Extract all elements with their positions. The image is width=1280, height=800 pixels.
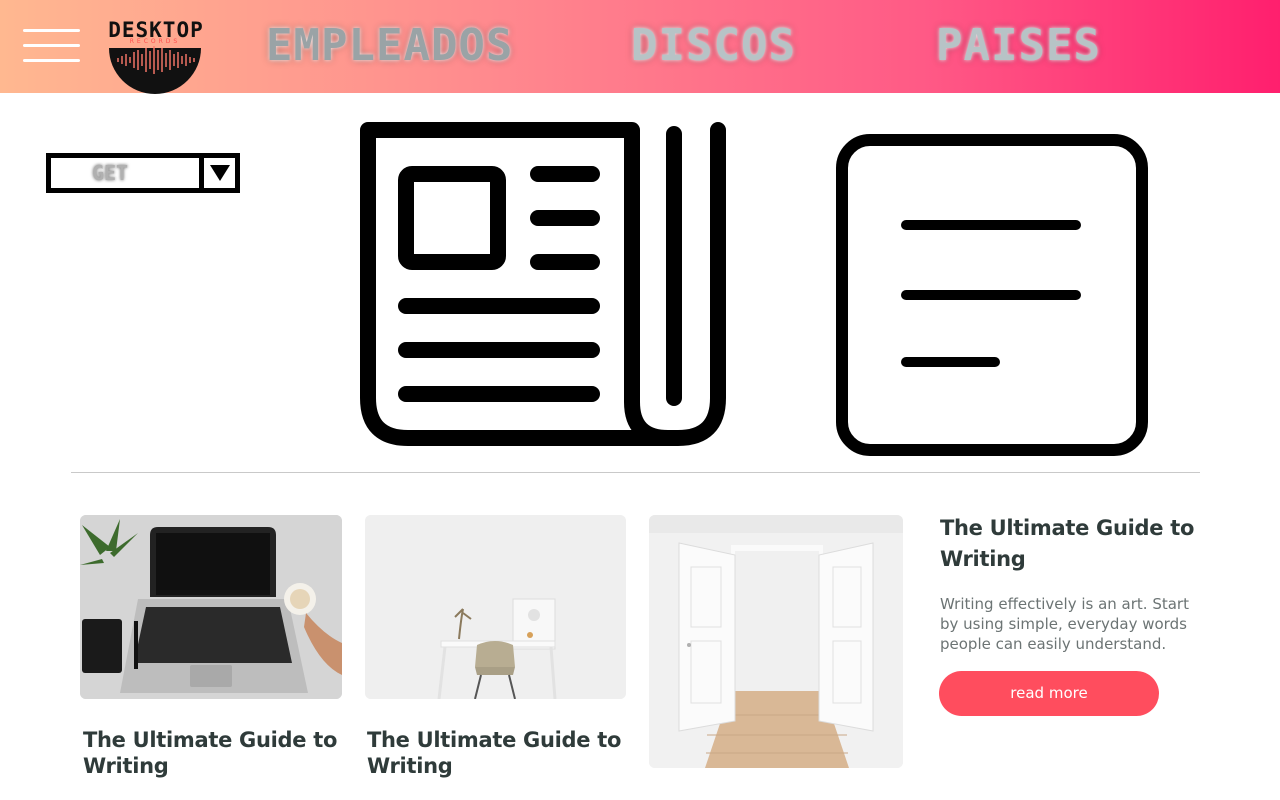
dropdown-selected-value: GET bbox=[91, 161, 129, 185]
notes-icon[interactable] bbox=[836, 134, 1148, 456]
logo[interactable]: DESKTOP RECORDS bbox=[92, 18, 220, 94]
white-desk-chair-photo[interactable] bbox=[365, 515, 626, 699]
feature-description: Writing effectively is an art. Start by … bbox=[940, 595, 1189, 653]
nav-empleados[interactable]: EMPLEADOS bbox=[266, 22, 513, 70]
top-header: DESKTOP RECORDS EMPLEADOS DISCOS PAISES bbox=[0, 0, 1280, 94]
menu-line bbox=[23, 29, 80, 32]
read-more-button[interactable]: read more bbox=[939, 671, 1159, 716]
nav-discos[interactable]: DISCOS bbox=[631, 22, 796, 70]
feature-title[interactable]: The Ultimate Guide to Writing bbox=[940, 513, 1210, 575]
menu-line bbox=[23, 59, 80, 62]
newspaper-icon[interactable] bbox=[360, 122, 728, 446]
card-title[interactable]: The Ultimate Guide to Writing bbox=[367, 727, 627, 779]
laptop-desk-photo[interactable] bbox=[80, 515, 342, 699]
method-dropdown[interactable]: GET bbox=[46, 153, 240, 193]
vinyl-disc-icon bbox=[109, 46, 201, 94]
menu-icon[interactable] bbox=[23, 28, 81, 64]
nav-paises[interactable]: PAISES bbox=[936, 22, 1101, 70]
section-divider bbox=[71, 472, 1200, 473]
open-white-doors-photo[interactable] bbox=[649, 515, 903, 768]
menu-line bbox=[23, 44, 80, 47]
triangle-down-icon[interactable] bbox=[199, 158, 235, 188]
card-title[interactable]: The Ultimate Guide to Writing bbox=[83, 727, 353, 779]
